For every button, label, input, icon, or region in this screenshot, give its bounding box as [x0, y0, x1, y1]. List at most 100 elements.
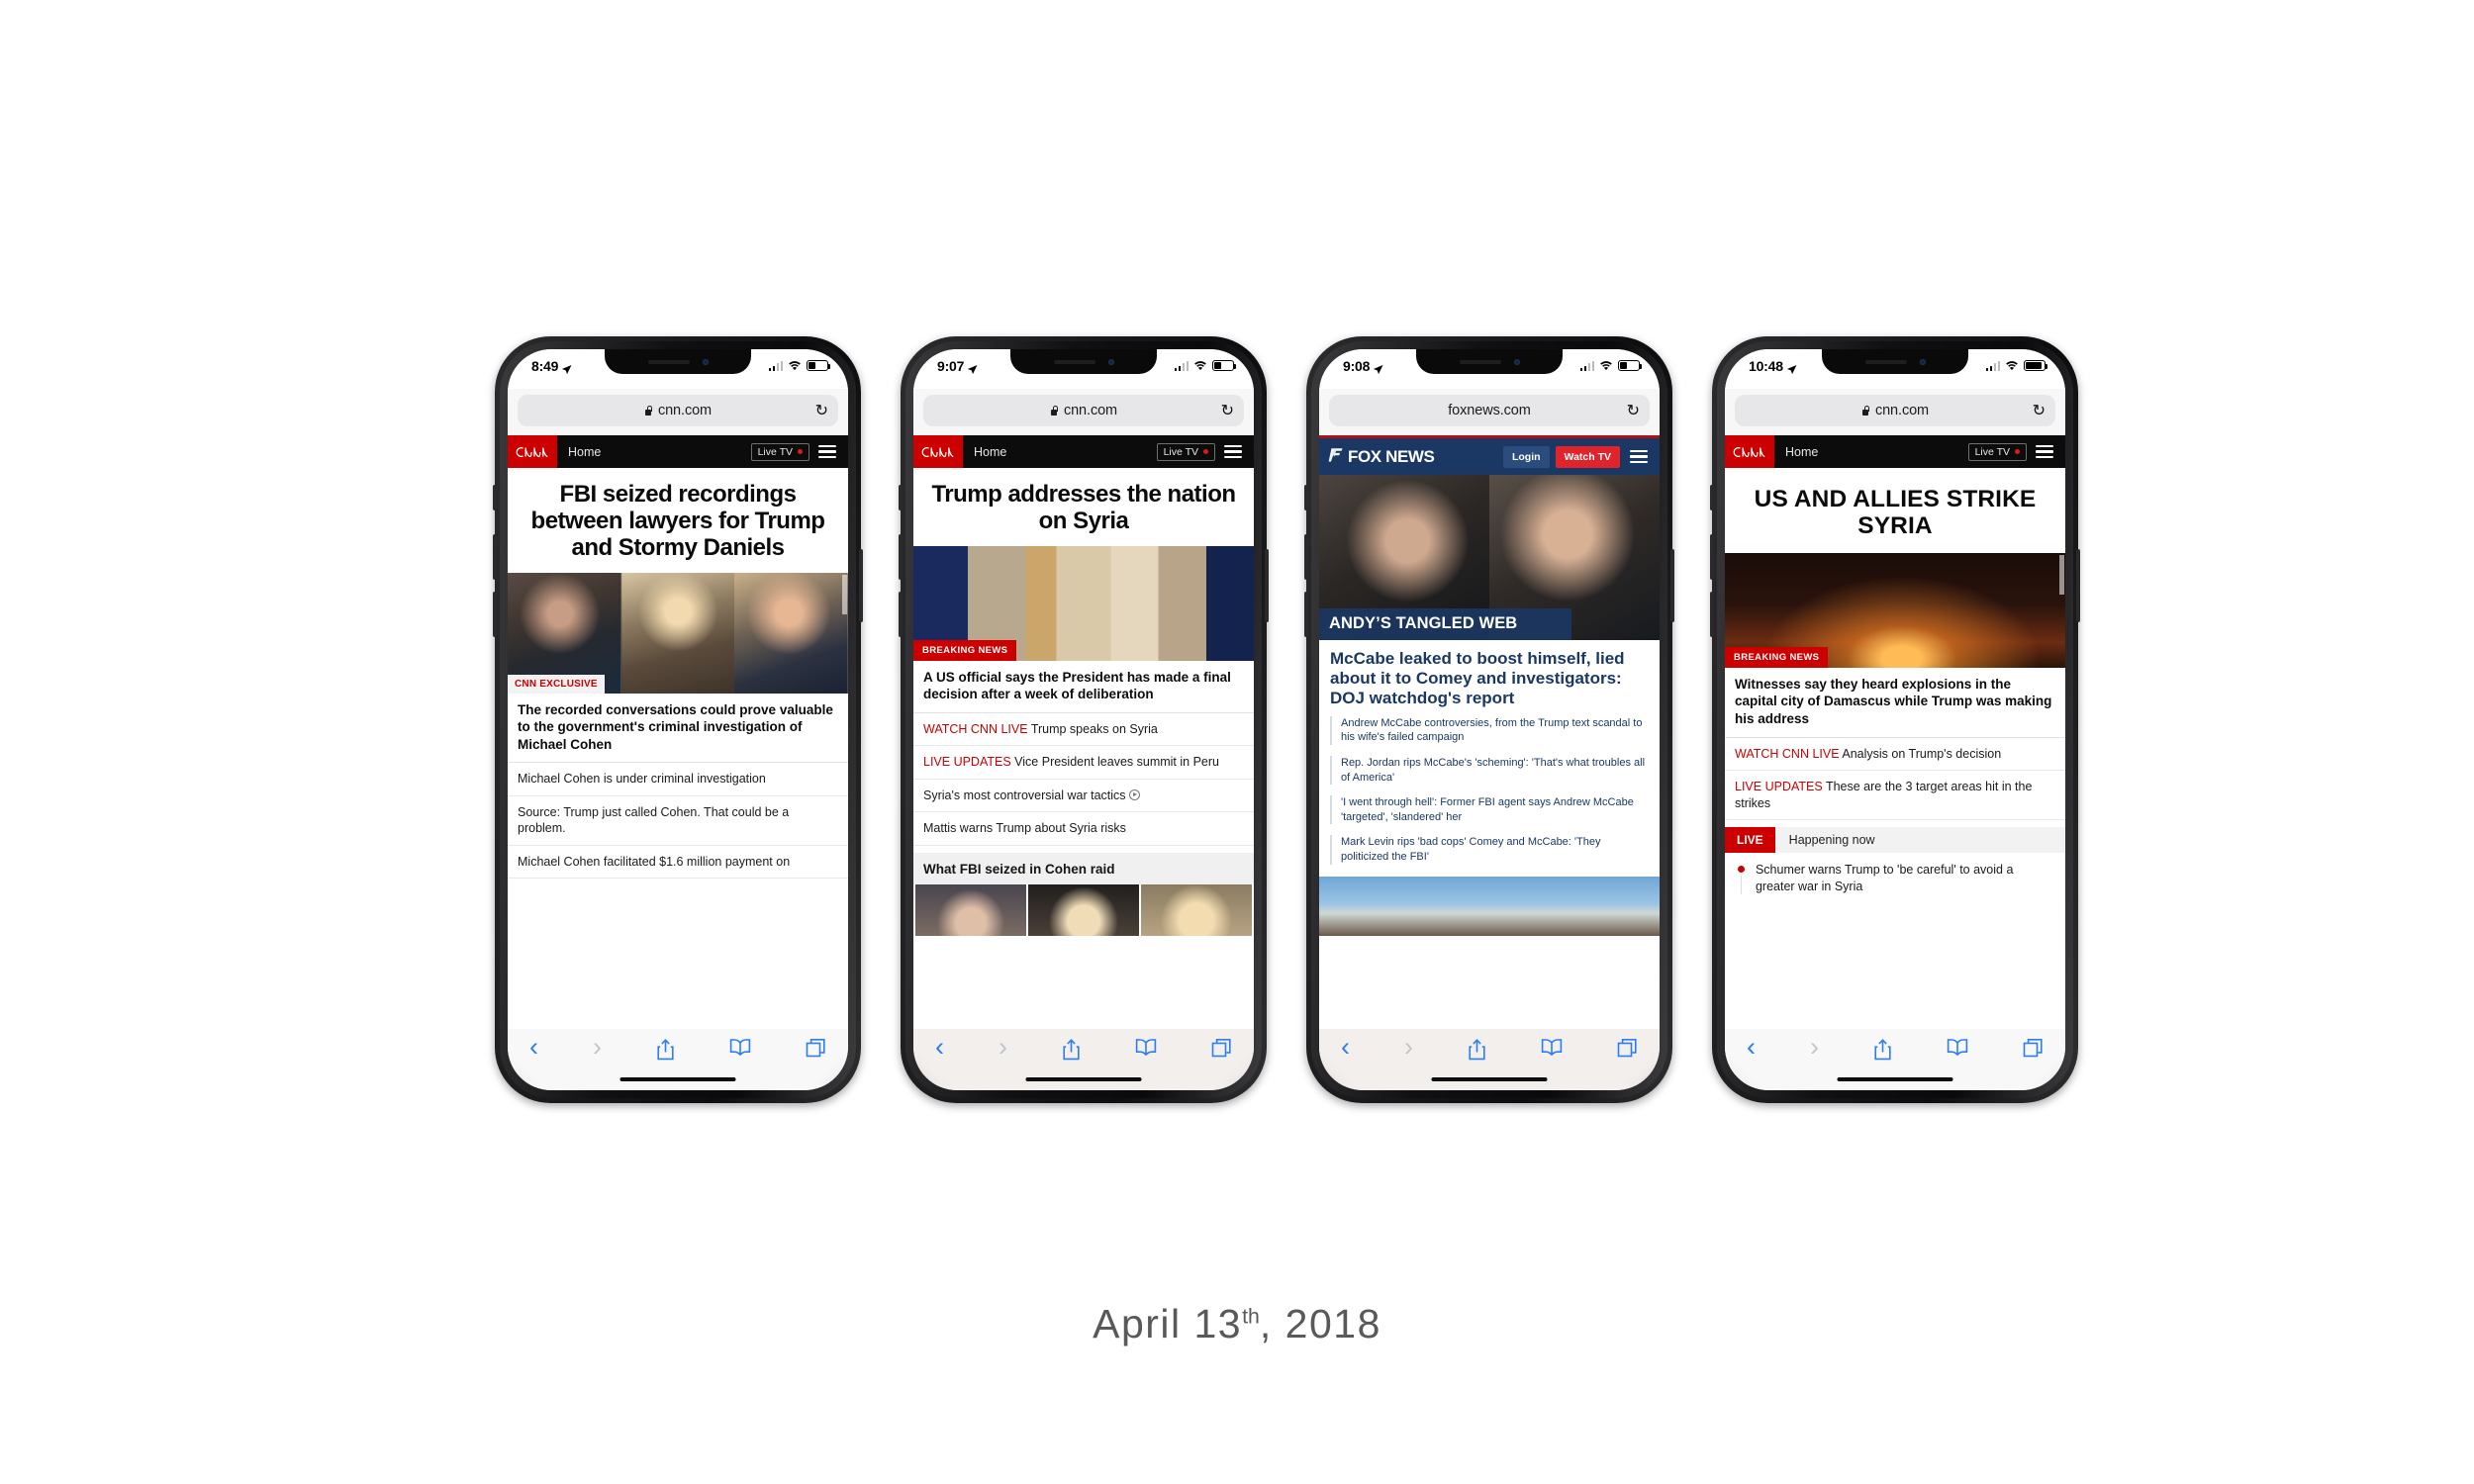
page-subheadline[interactable]: Witnesses say they heard explosions in t… [1725, 668, 2065, 738]
reload-icon[interactable]: ↻ [2033, 401, 2046, 420]
reload-icon[interactable]: ↻ [1221, 401, 1234, 420]
story-link[interactable]: Rep. Jordan rips McCabe's 'scheming': 'T… [1330, 755, 1649, 786]
share-icon[interactable] [1062, 1038, 1081, 1066]
url-field[interactable]: cnn.com ↻ [923, 395, 1244, 426]
story-link[interactable]: Andrew McCabe controversies, from the Tr… [1330, 715, 1649, 745]
page-headline[interactable]: Trump addresses the nation on Syria [913, 468, 1254, 546]
menu-icon[interactable] [818, 445, 836, 458]
bookmarks-icon[interactable] [729, 1038, 751, 1062]
live-tv-button[interactable]: Live TV [750, 442, 809, 461]
tabs-icon[interactable] [806, 1038, 826, 1064]
side-button[interactable] [2076, 549, 2080, 622]
section-thumbnails[interactable] [913, 883, 1254, 936]
page-subheadline[interactable]: The recorded conversations could prove v… [508, 694, 848, 764]
story-link[interactable]: LIVE UPDATES Vice President leaves summi… [913, 746, 1254, 780]
bookmarks-icon[interactable] [1541, 1038, 1563, 1062]
side-button[interactable] [859, 549, 863, 622]
bookmarks-icon[interactable] [1947, 1038, 1968, 1062]
story-link[interactable]: 'I went through hell': Former FBI agent … [1330, 795, 1649, 825]
url-field[interactable]: cnn.com ↻ [1735, 395, 2055, 426]
home-indicator[interactable] [1431, 1076, 1548, 1081]
tabs-icon[interactable] [2023, 1038, 2044, 1064]
cnn-logo-icon[interactable] [508, 435, 557, 468]
volume-up-button[interactable] [899, 534, 903, 580]
live-tv-button[interactable]: Live TV [1156, 442, 1215, 461]
story-link[interactable]: WATCH CNN LIVE Trump speaks on Syria [913, 713, 1254, 747]
share-icon[interactable] [1873, 1038, 1892, 1066]
home-indicator[interactable] [619, 1076, 736, 1081]
volume-up-button[interactable] [493, 534, 497, 580]
volume-down-button[interactable] [899, 592, 903, 637]
side-button[interactable] [1670, 549, 1674, 622]
back-button[interactable]: ‹ [1747, 1033, 1756, 1061]
page-headline[interactable]: McCabe leaked to boost himself, lied abo… [1330, 649, 1649, 708]
story-link[interactable]: WATCH CNN LIVE Analysis on Trump's decis… [1725, 738, 2065, 772]
volume-down-button[interactable] [493, 592, 497, 637]
volume-down-button[interactable] [1710, 592, 1714, 637]
back-button[interactable]: ‹ [935, 1033, 944, 1061]
thumbnail[interactable] [1141, 883, 1252, 936]
bookmarks-icon[interactable] [1135, 1038, 1157, 1062]
watch-tv-button[interactable]: Watch TV [1555, 445, 1620, 468]
story-link[interactable]: Mattis warns Trump about Syria risks [913, 812, 1254, 846]
side-button[interactable] [1265, 549, 1269, 622]
hero-image-trump-address[interactable]: BREAKING NEWS [913, 545, 1254, 661]
url-field[interactable]: cnn.com ↻ [518, 395, 838, 426]
story-link[interactable]: Source: Trump just called Cohen. That co… [508, 796, 848, 846]
nav-item-home[interactable]: Home [1774, 435, 1968, 468]
story-link[interactable]: Michael Cohen is under criminal investig… [508, 763, 848, 796]
nav-item-home[interactable]: Home [963, 435, 1157, 468]
mute-switch[interactable] [1710, 485, 1714, 510]
forward-button[interactable]: › [1404, 1033, 1413, 1061]
url-domain: foxnews.com [1448, 403, 1531, 418]
thumbnail[interactable] [915, 883, 1026, 936]
volume-up-button[interactable] [1710, 534, 1714, 580]
webpage-cnn: Home Live TV US AND ALLIES STRIKE SYRIA BRE… [1725, 435, 2065, 1015]
url-field[interactable]: foxnews.com ↻ [1329, 395, 1650, 426]
forward-button[interactable]: › [999, 1033, 1007, 1061]
secondary-image[interactable] [1319, 876, 1660, 936]
tabs-icon[interactable] [1617, 1038, 1638, 1064]
hero-image-damascus[interactable]: BREAKING NEWS [1725, 552, 2065, 668]
story-link[interactable]: Michael Cohen facilitated $1.6 million p… [508, 846, 848, 880]
cnn-logo-icon[interactable] [913, 435, 963, 468]
reload-icon[interactable]: ↻ [815, 401, 828, 420]
back-button[interactable]: ‹ [1341, 1033, 1350, 1061]
play-icon[interactable] [1128, 788, 1140, 800]
url-text: cnn.com [644, 403, 712, 418]
hero-image-trio[interactable]: CNN EXCLUSIVE [508, 572, 848, 694]
story-link[interactable]: Mark Levin rips 'bad cops' Comey and McC… [1330, 835, 1649, 865]
cnn-logo-icon[interactable] [1725, 435, 1774, 468]
mute-switch[interactable] [899, 485, 903, 510]
fox-news-logo-icon[interactable]: FOX NEWS [1328, 447, 1503, 467]
page-subheadline[interactable]: A US official says the President has mad… [913, 661, 1254, 713]
volume-up-button[interactable] [1304, 534, 1308, 580]
thumbnail[interactable] [1028, 883, 1139, 936]
section-title[interactable]: What FBI seized in Cohen raid [913, 853, 1254, 884]
back-button[interactable]: ‹ [529, 1033, 538, 1061]
forward-button[interactable]: › [1810, 1033, 1819, 1061]
live-card-body[interactable]: Schumer warns Trump to 'be careful' to a… [1725, 853, 2065, 905]
forward-button[interactable]: › [593, 1033, 602, 1061]
home-indicator[interactable] [1025, 1076, 1142, 1081]
share-icon[interactable] [656, 1038, 675, 1066]
volume-down-button[interactable] [1304, 592, 1308, 637]
hero-image-mccabe-horowitz[interactable]: ANDY’S TANGLED WEB [1319, 475, 1660, 640]
page-headline[interactable]: US AND ALLIES STRIKE SYRIA [1725, 468, 2065, 553]
home-indicator[interactable] [1837, 1076, 1953, 1081]
live-tv-button[interactable]: Live TV [1967, 442, 2027, 461]
mute-switch[interactable] [493, 485, 497, 510]
login-button[interactable]: Login [1502, 445, 1550, 468]
story-link[interactable]: Syria's most controversial war tactics [913, 780, 1254, 813]
mute-switch[interactable] [1304, 485, 1308, 510]
page-headline[interactable]: FBI seized recordings between lawyers fo… [508, 468, 848, 573]
menu-icon[interactable] [1224, 445, 1242, 458]
menu-icon[interactable] [2036, 445, 2053, 458]
badge-cnn-exclusive: CNN EXCLUSIVE [508, 674, 605, 694]
story-link[interactable]: LIVE UPDATES These are the 3 target area… [1725, 771, 2065, 821]
menu-icon[interactable] [1630, 450, 1648, 463]
reload-icon[interactable]: ↻ [1627, 401, 1640, 420]
share-icon[interactable] [1468, 1038, 1486, 1066]
tabs-icon[interactable] [1211, 1038, 1232, 1064]
nav-item-home[interactable]: Home [557, 435, 751, 468]
